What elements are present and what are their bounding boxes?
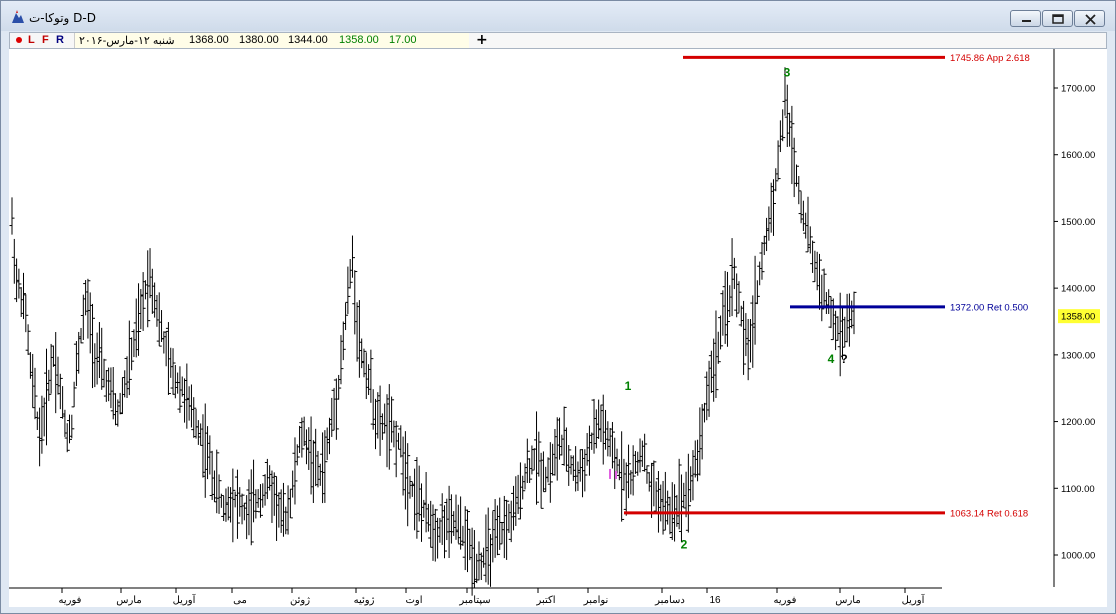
x-tick-label: فوریه	[59, 595, 82, 606]
y-tick-label: 1600.00	[1061, 150, 1095, 161]
wave-label: 1	[625, 379, 632, 393]
level-label: 1745.86 App 2.618	[950, 53, 1030, 64]
x-tick-label: اوت	[405, 595, 422, 606]
title-bar[interactable]: وتوکا-ت D-D	[1, 1, 1115, 31]
toolbar: L F R شنبه ۱۲-مارس-۲۰۱۶ 1368.00 1380.00 …	[9, 32, 1107, 49]
x-tick-label: 16	[709, 595, 721, 606]
close-button[interactable]	[1074, 10, 1105, 27]
chart-app-icon	[12, 10, 24, 23]
quote-change: 17.00	[389, 34, 417, 46]
level-label: 1063.14 Ret 0.618	[950, 508, 1028, 519]
quote-open: 1368.00	[189, 34, 229, 46]
toolbar-r-button[interactable]: R	[56, 34, 64, 46]
x-tick-label: سپتامبر	[458, 595, 490, 606]
x-tick-label: ژوئن	[290, 595, 310, 606]
marker-zone	[609, 468, 611, 479]
chart-window: وتوکا-ت D-D L F R شنبه ۱۲-مارس-۲۰۱۶ 1368…	[0, 0, 1116, 614]
x-tick-label: نوامبر	[583, 595, 609, 606]
marker-zone	[615, 470, 617, 479]
quote-high: 1380.00	[239, 34, 279, 46]
wave-label: ?	[840, 352, 847, 366]
toolbar-f-button[interactable]: F	[42, 34, 49, 46]
y-tick-label: 1400.00	[1061, 284, 1095, 295]
minimize-button[interactable]	[1010, 10, 1041, 27]
quote-date: شنبه ۱۲-مارس-۲۰۱۶	[79, 35, 175, 47]
price-chart[interactable]: 1000.00 1100.00 1200.00 1300.00 1400.00 1500.…	[9, 49, 1107, 607]
wave-label: 4	[828, 352, 835, 366]
y-tick-label: 1000.00	[1061, 551, 1095, 562]
minimize-icon	[1022, 20, 1031, 22]
x-tick-label: دسامبر	[654, 595, 685, 606]
record-dot-icon[interactable]	[16, 37, 22, 43]
restore-icon	[1052, 14, 1064, 24]
x-tick-label: می	[233, 595, 247, 606]
level-label: 1372.00 Ret 0.500	[950, 302, 1028, 313]
x-tick-label: اکتبر	[535, 595, 555, 606]
y-tick-label: 1300.00	[1061, 350, 1095, 361]
x-tick-label: فوریه	[774, 595, 797, 606]
x-tick-label: آوریل	[173, 593, 197, 606]
quote-close: 1358.00	[339, 34, 379, 46]
maximize-button[interactable]	[1042, 10, 1073, 27]
x-tick-label: مارس	[835, 595, 860, 606]
x-tick-label: مارس	[116, 595, 141, 606]
y-tick-label: 1200.00	[1061, 417, 1095, 428]
x-tick-label: آوریل	[902, 593, 926, 606]
add-indicator-button[interactable]: +	[476, 32, 488, 48]
y-tick-label: 1700.00	[1061, 84, 1095, 95]
quote-strip: شنبه ۱۲-مارس-۲۰۱۶ 1368.00 1380.00 1344.0…	[74, 33, 469, 48]
y-tick-label: 1100.00	[1061, 484, 1095, 495]
chart-area[interactable]: 1000.00 1100.00 1200.00 1300.00 1400.00 1500.…	[9, 49, 1107, 607]
last-price-label: 1358.00	[1061, 312, 1095, 323]
wave-label: 2	[681, 537, 688, 551]
quote-low: 1344.00	[288, 34, 328, 46]
close-icon	[1085, 14, 1096, 25]
toolbar-l-button[interactable]: L	[28, 34, 35, 46]
y-tick-label: 1500.00	[1061, 217, 1095, 228]
wave-label: 3	[784, 66, 791, 80]
x-tick-label: ژوئیه	[354, 595, 375, 606]
window-title: وتوکا-ت D-D	[29, 11, 96, 25]
